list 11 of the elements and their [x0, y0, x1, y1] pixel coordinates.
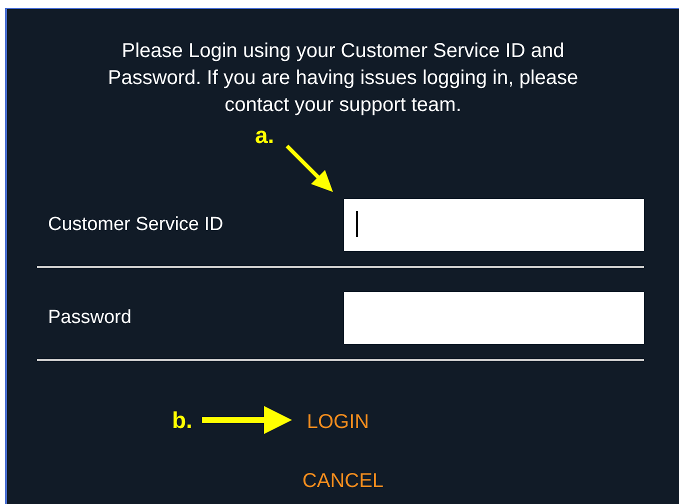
- login-button[interactable]: LOGIN: [306, 411, 370, 434]
- instruction-text: Please Login using your Customer Service ID and Password. If you are having issues logging in, please contact your support team.: [106, 39, 580, 118]
- input-field[interactable]: [344, 292, 644, 344]
- arrow-icon: [285, 144, 335, 194]
- field-label: Password: [48, 307, 132, 329]
- annotation-label: a.: [255, 122, 274, 149]
- field-label: Customer Service ID: [48, 214, 224, 236]
- arrow-icon: [200, 405, 294, 435]
- input-field[interactable]: [344, 199, 644, 251]
- annotation-label: b.: [172, 406, 192, 434]
- cancel-button[interactable]: CANCEL: [302, 470, 384, 493]
